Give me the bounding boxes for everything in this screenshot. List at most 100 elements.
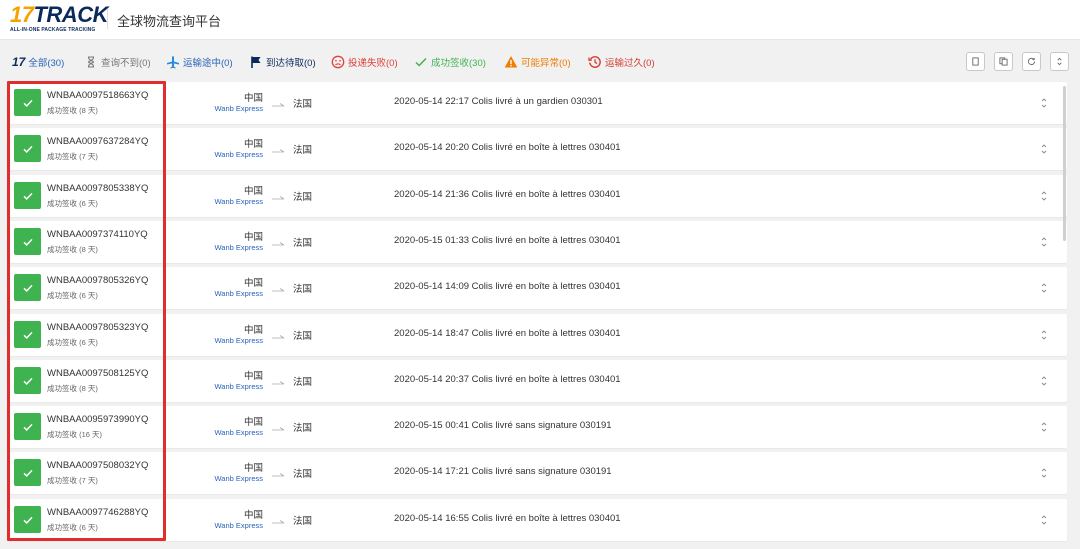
shipment-row[interactable]: WNBAA0097746288YQ 成功签收 (6 天) 中国 Wanb Exp… (7, 499, 1067, 541)
filter-label: 运输过久(0) (605, 58, 655, 69)
shipment-row[interactable]: WNBAA0097508032YQ 成功签收 (7 天) 中国 Wanb Exp… (7, 452, 1067, 494)
tracking-number[interactable]: WNBAA0097374110YQ (47, 229, 148, 240)
shipment-row[interactable]: WNBAA0097374110YQ 成功签收 (8 天) 中国 Wanb Exp… (7, 221, 1067, 263)
origin-country: 中国 (243, 463, 263, 474)
shipment-row[interactable]: WNBAA0097518663YQ 成功签收 (8 天) 中国 Wanb Exp… (7, 82, 1067, 124)
header-divider (107, 9, 108, 29)
airplane-icon (166, 55, 180, 69)
logo-number: 17 (10, 2, 34, 27)
tracking-number[interactable]: WNBAA0095973990YQ (47, 414, 148, 425)
destination-country: 法国 (293, 99, 313, 110)
delivered-check-icon (14, 228, 41, 255)
carrier-link[interactable]: Wanb Express (203, 104, 264, 113)
duplicate-button[interactable] (994, 52, 1013, 71)
17track-logo[interactable]: 17TRACK ALL-IN-ONE PACKAGE TRACKING (10, 2, 108, 34)
delivered-check-icon (14, 321, 41, 348)
expand-row-icon[interactable] (1039, 281, 1049, 295)
expand-row-icon[interactable] (1039, 513, 1049, 527)
route-arrow-icon (272, 281, 286, 292)
logo-wordmark: 17TRACK (10, 2, 108, 27)
copy-button[interactable] (966, 52, 985, 71)
carrier-link[interactable]: Wanb Express (203, 521, 264, 530)
top-header: 17TRACK ALL-IN-ONE PACKAGE TRACKING 全球物流… (0, 0, 1080, 40)
filter-label: 可能异常(0) (521, 58, 571, 69)
carrier-link[interactable]: Wanb Express (203, 428, 264, 437)
filter-delivery-failed[interactable]: 投递失败(0) (331, 54, 398, 70)
tracking-number[interactable]: WNBAA0097746288YQ (47, 507, 148, 518)
origin-country: 中国 (243, 232, 263, 243)
expand-row-icon[interactable] (1039, 328, 1049, 342)
destination-country: 法国 (293, 331, 313, 342)
filter-not-found[interactable]: 查询不到(0) (84, 54, 151, 70)
carrier-link[interactable]: Wanb Express (203, 197, 264, 206)
filter-label: 查询不到(0) (101, 58, 151, 69)
expand-row-icon[interactable] (1039, 142, 1049, 156)
carrier-link[interactable]: Wanb Express (203, 243, 264, 252)
carrier-link[interactable]: Wanb Express (203, 289, 264, 298)
shipment-row[interactable]: WNBAA0097805323YQ 成功签收 (6 天) 中国 Wanb Exp… (7, 314, 1067, 356)
shipment-row[interactable]: WNBAA0095973990YQ 成功签收 (16 天) 中国 Wanb Ex… (7, 406, 1067, 448)
tracking-number[interactable]: WNBAA0097805323YQ (47, 322, 148, 333)
filter-ready-pickup[interactable]: 到达待取(0) (249, 54, 316, 70)
origin-country: 中国 (243, 93, 263, 104)
sad-face-icon (331, 55, 345, 69)
shipment-row[interactable]: WNBAA0097805326YQ 成功签收 (6 天) 中国 Wanb Exp… (7, 267, 1067, 309)
shipment-row[interactable]: WNBAA0097637284YQ 成功签收 (7 天) 中国 Wanb Exp… (7, 128, 1067, 170)
tracking-number[interactable]: WNBAA0097508032YQ (47, 460, 148, 471)
destination-country: 法国 (293, 423, 313, 434)
route-arrow-icon (272, 513, 286, 524)
carrier-link[interactable]: Wanb Express (203, 474, 264, 483)
delivery-status: 成功签收 (6 天) (47, 338, 98, 347)
duplicate-icon (999, 57, 1008, 66)
filter-all[interactable]: 17 全部(30) (12, 54, 64, 70)
destination-country: 法国 (293, 284, 313, 295)
expand-all-button[interactable] (1050, 52, 1069, 71)
expand-row-icon[interactable] (1039, 374, 1049, 388)
carrier-link[interactable]: Wanb Express (203, 150, 264, 159)
expand-row-icon[interactable] (1039, 466, 1049, 480)
carrier-link[interactable]: Wanb Express (203, 382, 264, 391)
latest-event: 2020-05-14 20:20 Colis livré en boîte à … (394, 142, 621, 153)
origin-country: 中国 (243, 371, 263, 382)
expand-row-icon[interactable] (1039, 189, 1049, 203)
scrollbar-thumb[interactable] (1063, 86, 1066, 241)
copy-icon (972, 57, 979, 66)
delivery-status: 成功签收 (7 天) (47, 152, 98, 161)
filter-label: 成功签收(30) (431, 58, 486, 69)
origin-country: 中国 (243, 325, 263, 336)
expand-row-icon[interactable] (1039, 96, 1049, 110)
tracking-number[interactable]: WNBAA0097508125YQ (47, 368, 148, 379)
filter-exception[interactable]: 可能异常(0) (504, 54, 571, 70)
latest-event: 2020-05-14 14:09 Colis livré en boîte à … (394, 281, 621, 292)
tracking-number[interactable]: WNBAA0097805326YQ (47, 275, 148, 286)
delivery-status: 成功签收 (8 天) (47, 384, 98, 393)
shipment-row[interactable]: WNBAA0097508125YQ 成功签收 (8 天) 中国 Wanb Exp… (7, 360, 1067, 402)
origin-country: 中国 (243, 278, 263, 289)
destination-country: 法国 (293, 145, 313, 156)
route-arrow-icon (272, 374, 286, 385)
filter-in-transit[interactable]: 运输途中(0) (166, 54, 233, 70)
filter-expired[interactable]: 运输过久(0) (588, 54, 655, 70)
shipment-row[interactable]: WNBAA0097805338YQ 成功签收 (6 天) 中国 Wanb Exp… (7, 175, 1067, 217)
origin-country: 中国 (243, 510, 263, 521)
route-arrow-icon (272, 328, 286, 339)
delivery-status: 成功签收 (6 天) (47, 199, 98, 208)
tracking-number[interactable]: WNBAA0097518663YQ (47, 90, 148, 101)
carrier-link[interactable]: Wanb Express (203, 336, 264, 345)
expand-row-icon[interactable] (1039, 235, 1049, 249)
origin-country: 中国 (243, 139, 263, 150)
delivery-status: 成功签收 (8 天) (47, 106, 98, 115)
delivered-check-icon (14, 89, 41, 116)
expand-row-icon[interactable] (1039, 420, 1049, 434)
refresh-button[interactable] (1022, 52, 1041, 71)
delivered-check-icon (14, 413, 41, 440)
destination-country: 法国 (293, 238, 313, 249)
warning-icon (504, 55, 518, 69)
tracking-number[interactable]: WNBAA0097805338YQ (47, 183, 148, 194)
filter-delivered[interactable]: 成功签收(30) (414, 54, 486, 70)
latest-event: 2020-05-14 22:17 Colis livré à un gardie… (394, 96, 603, 107)
origin-country: 中国 (243, 186, 263, 197)
17track-small-logo: 17 (12, 55, 26, 69)
delivery-status: 成功签收 (6 天) (47, 523, 98, 532)
tracking-number[interactable]: WNBAA0097637284YQ (47, 136, 148, 147)
